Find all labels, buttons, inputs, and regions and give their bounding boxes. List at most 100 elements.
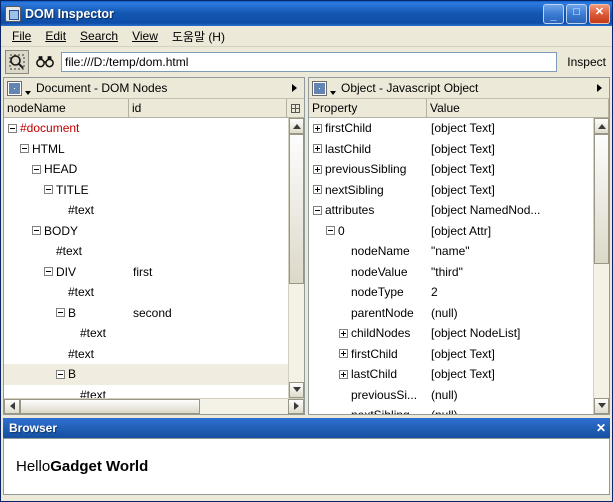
- dom-tree-row-nodename: TITLE: [56, 183, 89, 197]
- object-tree-row-property: childNodes: [351, 326, 410, 340]
- expand-toggle-icon[interactable]: [313, 185, 322, 194]
- dom-nodes-view-dropdown[interactable]: [22, 81, 33, 95]
- object-tree-row[interactable]: lastChild[object Text]: [309, 364, 593, 385]
- menu-search[interactable]: Search: [73, 27, 125, 45]
- collapse-toggle-icon[interactable]: [44, 267, 53, 276]
- column-header-nodename[interactable]: nodeName: [4, 99, 129, 118]
- dom-tree-row[interactable]: #text: [4, 344, 288, 365]
- menu-edit[interactable]: Edit: [38, 27, 73, 45]
- object-tree-row[interactable]: previousSibling[object Text]: [309, 159, 593, 180]
- object-tree-row[interactable]: lastChild[object Text]: [309, 139, 593, 160]
- column-chooser-button[interactable]: [287, 99, 304, 118]
- object-tree-row-property-cell: nodeName: [309, 244, 427, 258]
- object-tree-row[interactable]: nextSibling(null): [309, 405, 593, 414]
- expand-toggle-icon[interactable]: [313, 144, 322, 153]
- scroll-down-button[interactable]: [289, 382, 304, 398]
- expand-toggle-icon[interactable]: [339, 329, 348, 338]
- object-tree-row[interactable]: nextSibling[object Text]: [309, 180, 593, 201]
- collapse-toggle-icon[interactable]: [20, 144, 29, 153]
- dom-nodes-tree[interactable]: #documentHTMLHEADTITLE#textBODY#textDIVf…: [4, 118, 288, 398]
- url-input[interactable]: [61, 52, 557, 72]
- scroll-thumb[interactable]: [594, 134, 609, 264]
- object-tree-row-property-cell: parentNode: [309, 306, 427, 320]
- object-tree-row[interactable]: previousSi...(null): [309, 385, 593, 406]
- collapse-toggle-icon[interactable]: [313, 206, 322, 215]
- minimize-button[interactable]: _: [543, 4, 564, 24]
- scroll-down-button[interactable]: [594, 398, 609, 414]
- object-tree-row[interactable]: firstChild[object Text]: [309, 344, 593, 365]
- dom-nodes-hscrollbar[interactable]: [4, 398, 304, 414]
- object-tree-row[interactable]: nodeType2: [309, 282, 593, 303]
- dom-tree-row[interactable]: BODY: [4, 221, 288, 242]
- object-tree-row[interactable]: nodeValue"third": [309, 262, 593, 283]
- scroll-up-button[interactable]: [289, 118, 304, 134]
- collapse-toggle-icon[interactable]: [32, 165, 41, 174]
- object-view-dropdown[interactable]: [327, 81, 338, 95]
- dom-tree-row[interactable]: #text: [4, 200, 288, 221]
- dom-tree-row[interactable]: #document: [4, 118, 288, 139]
- expand-toggle-icon[interactable]: [339, 370, 348, 379]
- collapse-toggle-icon[interactable]: [56, 308, 65, 317]
- collapse-toggle-icon[interactable]: [32, 226, 41, 235]
- maximize-icon: □: [573, 7, 580, 18]
- menu-help[interactable]: 도움말 (H): [165, 26, 232, 47]
- hscroll-track[interactable]: [20, 399, 288, 414]
- expand-toggle-icon[interactable]: [313, 165, 322, 174]
- hscroll-thumb[interactable]: [20, 399, 200, 414]
- collapse-toggle-icon[interactable]: [326, 226, 335, 235]
- close-button[interactable]: ✕: [589, 4, 610, 24]
- dom-tree-row[interactable]: #text: [4, 241, 288, 262]
- magnifier-select-icon: [9, 54, 25, 70]
- dom-tree-row-nodename: B: [68, 367, 76, 381]
- menu-bar: File Edit Search View 도움말 (H): [1, 26, 612, 47]
- expand-toggle-icon[interactable]: [313, 124, 322, 133]
- menu-view-label: View: [132, 29, 158, 43]
- collapse-toggle-icon[interactable]: [44, 185, 53, 194]
- dom-nodes-panel-title: Document - DOM Nodes: [36, 81, 287, 95]
- inspect-label[interactable]: Inspect: [561, 55, 608, 69]
- collapse-toggle-icon[interactable]: [8, 124, 17, 133]
- object-tree-row-value: "name": [427, 244, 593, 258]
- scroll-up-button[interactable]: [594, 118, 609, 134]
- dom-tree-row[interactable]: B: [4, 364, 288, 385]
- collapse-toggle-icon[interactable]: [56, 370, 65, 379]
- dom-nodes-vscrollbar[interactable]: [288, 118, 304, 398]
- scroll-track[interactable]: [594, 134, 609, 398]
- menu-view[interactable]: View: [125, 27, 165, 45]
- column-header-id[interactable]: id: [129, 99, 287, 118]
- dom-tree-row[interactable]: #text: [4, 282, 288, 303]
- dom-tree-row[interactable]: TITLE: [4, 180, 288, 201]
- dom-tree-row[interactable]: #text: [4, 385, 288, 398]
- dom-tree-row[interactable]: DIVfirst: [4, 262, 288, 283]
- menu-file[interactable]: File: [5, 27, 38, 45]
- scroll-left-button[interactable]: [4, 399, 20, 414]
- scroll-right-button[interactable]: [288, 399, 304, 414]
- dom-tree-row-nodename: #document: [20, 121, 79, 135]
- object-tree-row[interactable]: attributes[object NamedNod...: [309, 200, 593, 221]
- find-button[interactable]: [33, 50, 57, 74]
- menu-search-label: Search: [80, 29, 118, 43]
- object-tree-row[interactable]: childNodes[object NodeList]: [309, 323, 593, 344]
- scroll-thumb[interactable]: [289, 134, 304, 284]
- object-tree-row-value: 2: [427, 285, 593, 299]
- object-tree-row[interactable]: parentNode(null): [309, 303, 593, 324]
- column-header-property[interactable]: Property: [309, 99, 427, 118]
- object-vscrollbar[interactable]: [593, 118, 609, 414]
- column-header-value[interactable]: Value: [427, 99, 609, 118]
- object-tree-row[interactable]: firstChild[object Text]: [309, 118, 593, 139]
- scroll-track[interactable]: [289, 134, 304, 382]
- dom-nodes-panel-menu[interactable]: [287, 81, 301, 95]
- dom-tree-row[interactable]: Bsecond: [4, 303, 288, 324]
- object-tree-row[interactable]: 0[object Attr]: [309, 221, 593, 242]
- dom-tree-row[interactable]: #text: [4, 323, 288, 344]
- expand-toggle-icon[interactable]: [339, 349, 348, 358]
- object-tree[interactable]: firstChild[object Text]lastChild[object …: [309, 118, 593, 414]
- object-tree-row[interactable]: nodeName"name": [309, 241, 593, 262]
- dom-tree-row[interactable]: HTML: [4, 139, 288, 160]
- object-panel-menu[interactable]: [592, 81, 606, 95]
- inspect-tool-button[interactable]: [5, 50, 29, 74]
- maximize-button[interactable]: □: [566, 4, 587, 24]
- panels-container: Document - DOM Nodes nodeName id #docume…: [1, 77, 612, 415]
- browser-close-icon[interactable]: ✕: [594, 421, 608, 435]
- dom-tree-row[interactable]: HEAD: [4, 159, 288, 180]
